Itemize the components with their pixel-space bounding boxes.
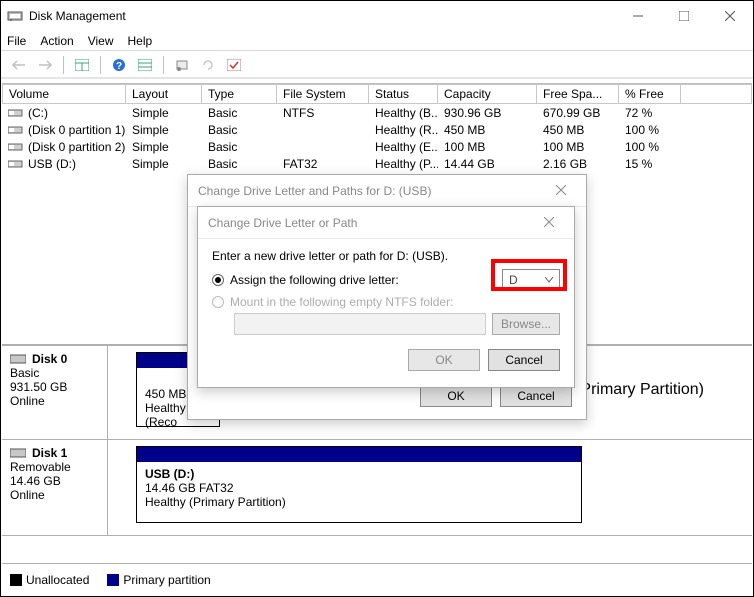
col-status[interactable]: Status [369,84,438,104]
legend: Unallocated Primary partition [2,563,752,595]
disk-management-window: Disk Management File Action View Help ? … [0,0,754,597]
mount-folder-input [234,313,486,335]
menu-view[interactable]: View [88,34,114,48]
assign-letter-radio[interactable] [212,274,224,286]
menubar: File Action View Help [1,31,753,51]
assign-letter-label: Assign the following drive letter: [230,273,399,287]
col-volume[interactable]: Volume [2,84,126,104]
table-row[interactable]: (Disk 0 partition 1)SimpleBasicHealthy (… [2,121,752,138]
dialog1-ok-button[interactable]: OK [420,385,492,407]
col-spacer [681,84,752,104]
menu-action[interactable]: Action [40,34,73,48]
dialog1-cancel-button[interactable]: Cancel [500,385,572,407]
disk1-row: Disk 1 Removable 14.46 GB Online USB (D:… [2,440,752,536]
primary-swatch [107,574,119,586]
disk0-label: Disk 0 Basic 931.50 GB Online [2,346,108,439]
dialog1-close-button[interactable] [546,184,576,198]
disk1-partition-usb[interactable]: USB (D:) 14.46 GB FAT32 Healthy (Primary… [136,446,582,523]
col-pctfree[interactable]: % Free [619,84,681,104]
view-split-button[interactable] [70,54,94,76]
dialog2-close-button[interactable] [534,216,564,230]
hdd-icon [10,353,26,365]
col-filesystem[interactable]: File System [277,84,369,104]
back-button[interactable] [7,54,31,76]
col-capacity[interactable]: Capacity [438,84,537,104]
help-button[interactable]: ? [107,54,131,76]
dialog1-title: Change Drive Letter and Paths for D: (US… [198,184,431,198]
svg-text:?: ? [116,61,122,72]
menu-help[interactable]: Help [128,34,153,48]
properties-button[interactable] [170,54,194,76]
close-button[interactable] [707,1,753,31]
hdd-icon [10,447,26,459]
maximize-button[interactable] [661,1,707,31]
app-icon [7,8,23,24]
browse-button: Browse... [492,313,560,335]
volume-icon [8,107,24,119]
dialog2-title: Change Drive Letter or Path [208,216,357,230]
refresh-button[interactable] [196,54,220,76]
minimize-button[interactable] [615,1,661,31]
dialog2-ok-button[interactable]: OK [408,349,480,371]
mount-folder-radio[interactable] [212,296,224,308]
table-row[interactable]: (Disk 0 partition 2)SimpleBasicHealthy (… [2,138,752,155]
change-drive-letter-dialog: Change Drive Letter or Path Enter a new … [197,206,575,388]
highlight-box [491,259,567,291]
unallocated-swatch [10,574,22,586]
mount-folder-label: Mount in the following empty NTFS folder… [230,295,453,309]
toolbar: ? [1,51,753,79]
menu-file[interactable]: File [7,34,26,48]
titlebar: Disk Management [1,1,753,31]
check-button[interactable] [222,54,246,76]
volume-icon [8,124,24,136]
table-row[interactable]: (C:)SimpleBasicNTFSHealthy (B...930.96 G… [2,104,752,121]
window-title: Disk Management [29,9,126,23]
disk1-label: Disk 1 Removable 14.46 GB Online [2,440,108,535]
col-type[interactable]: Type [202,84,277,104]
dialog2-cancel-button[interactable]: Cancel [488,349,560,371]
forward-button[interactable] [33,54,57,76]
col-layout[interactable]: Layout [126,84,202,104]
column-headers: Volume Layout Type File System Status Ca… [2,84,752,104]
volume-icon [8,158,24,170]
volume-icon [8,141,24,153]
col-free[interactable]: Free Spa... [537,84,619,104]
table-row[interactable]: USB (D:)SimpleBasicFAT32Healthy (P...14.… [2,155,752,172]
view-list-button[interactable] [133,54,157,76]
